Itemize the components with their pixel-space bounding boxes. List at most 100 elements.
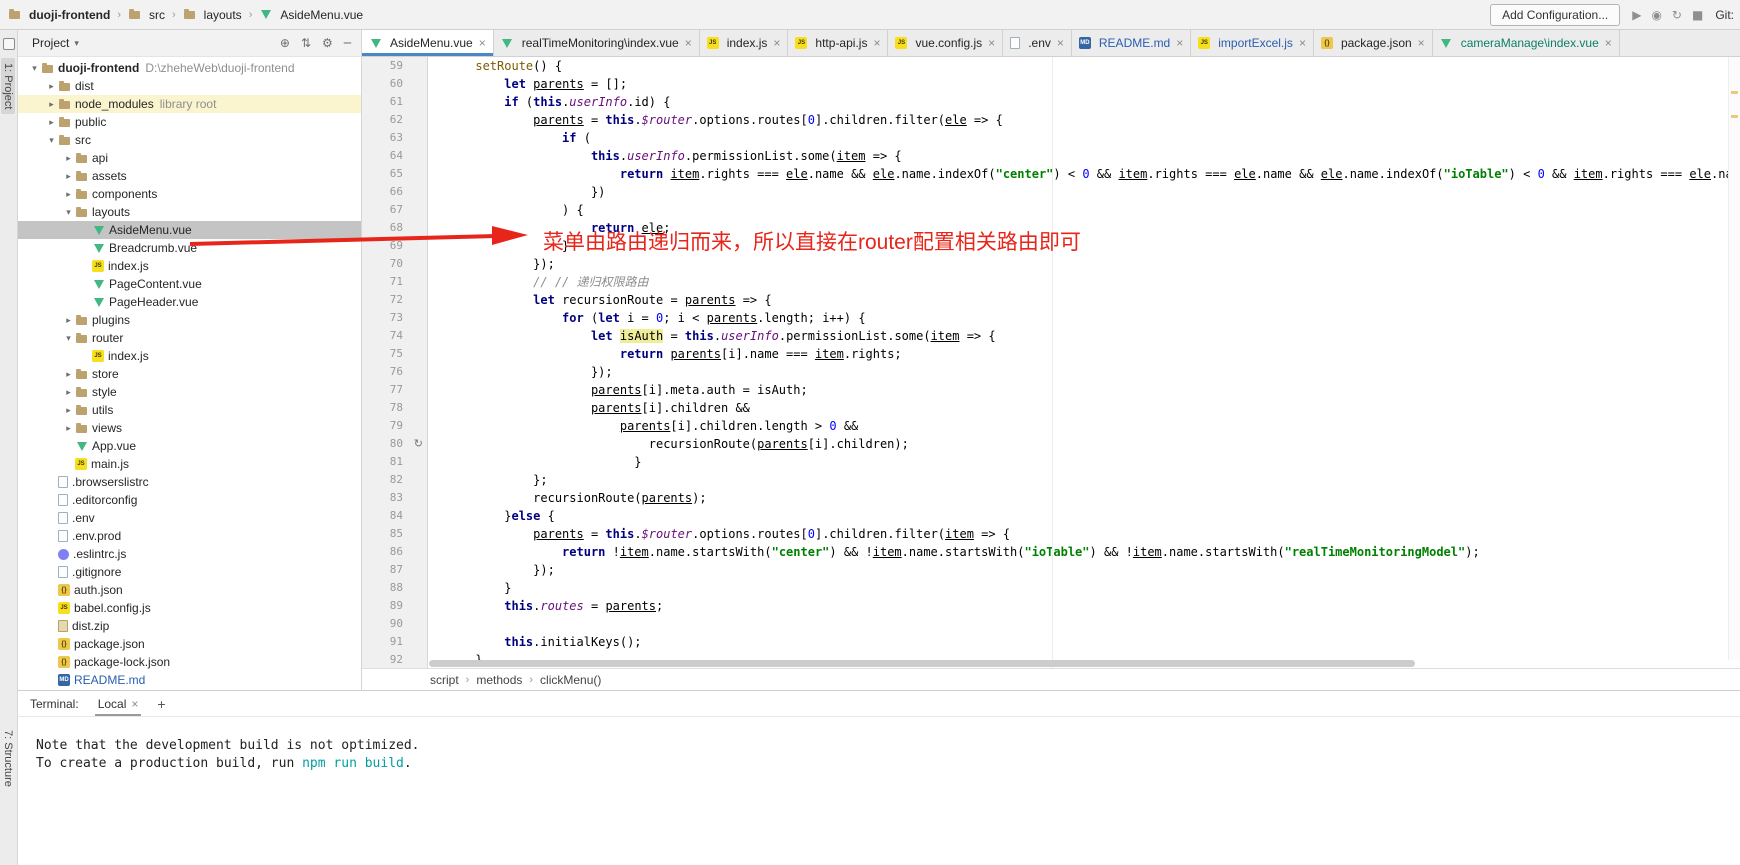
horizontal-scrollbar[interactable] [429, 660, 1726, 667]
breadcrumb-src[interactable]: src [128, 8, 165, 22]
line-number-70[interactable]: 70 [362, 255, 427, 273]
tree-item-router[interactable]: ▾router [18, 329, 361, 347]
code-line-72[interactable]: let recursionRoute = parents => { [432, 291, 1728, 309]
tree-item-.env[interactable]: .env [18, 509, 361, 527]
code-line-80[interactable]: recursionRoute(parents[i].children); [432, 435, 1728, 453]
expand-collapse-icon[interactable]: ⇅ [301, 36, 311, 50]
tree-item-README.md[interactable]: MDREADME.md [18, 671, 361, 689]
line-number-85[interactable]: 85 [362, 525, 427, 543]
line-number-91[interactable]: 91 [362, 633, 427, 651]
code-line-77[interactable]: parents[i].meta.auth = isAuth; [432, 381, 1728, 399]
code-line-89[interactable]: this.routes = parents; [432, 597, 1728, 615]
tree-item-views[interactable]: ▸views [18, 419, 361, 437]
line-number-87[interactable]: 87 [362, 561, 427, 579]
chevron-down-icon[interactable]: ▾ [62, 207, 75, 218]
git-branch-label[interactable]: Git: [1715, 8, 1734, 22]
tab-.env[interactable]: .env× [1003, 30, 1072, 56]
line-number-69[interactable]: 69 [362, 237, 427, 255]
code-line-81[interactable]: } [432, 453, 1728, 471]
tab-AsideMenu.vue[interactable]: AsideMenu.vue× [362, 30, 494, 56]
chevron-right-icon[interactable]: ▸ [62, 171, 75, 182]
tree-item-duoji-frontend[interactable]: ▾duoji-frontendD:\zheheWeb\duoji-fronten… [18, 59, 361, 77]
line-number-84[interactable]: 84 [362, 507, 427, 525]
tree-item-.gitignore[interactable]: .gitignore [18, 563, 361, 581]
code-line-75[interactable]: return parents[i].name === item.rights; [432, 345, 1728, 363]
tree-item-public[interactable]: ▸public [18, 113, 361, 131]
line-number-60[interactable]: 60 [362, 75, 427, 93]
tab-cameraManage\index.vue[interactable]: cameraManage\index.vue× [1433, 30, 1620, 56]
debug-icon[interactable]: ◉ [1651, 8, 1661, 22]
code-line-90[interactable] [432, 615, 1728, 633]
line-number-65[interactable]: 65 [362, 165, 427, 183]
tab-vue.config.js[interactable]: JSvue.config.js× [888, 30, 1003, 56]
line-number-73[interactable]: 73 [362, 309, 427, 327]
code-line-64[interactable]: this.userInfo.permissionList.some(item =… [432, 147, 1728, 165]
code-editor[interactable]: 5960616263646566676869707172737475767778… [362, 57, 1740, 668]
line-number-71[interactable]: 71 [362, 273, 427, 291]
hide-icon[interactable]: ─ [344, 36, 351, 50]
tree-item-style[interactable]: ▸style [18, 383, 361, 401]
code-line-67[interactable]: ) { [432, 201, 1728, 219]
line-number-88[interactable]: 88 [362, 579, 427, 597]
code-line-70[interactable]: }); [432, 255, 1728, 273]
breadcrumb-layouts[interactable]: layouts [183, 8, 242, 22]
code-line-87[interactable]: }); [432, 561, 1728, 579]
code-line-69[interactable]: } [432, 237, 1728, 255]
chevron-right-icon[interactable]: ▸ [62, 189, 75, 200]
tree-item-babel.config.js[interactable]: JSbabel.config.js [18, 599, 361, 617]
chevron-down-icon[interactable]: ▾ [62, 333, 75, 344]
line-number-76[interactable]: 76 [362, 363, 427, 381]
tree-item-utils[interactable]: ▸utils [18, 401, 361, 419]
line-number-82[interactable]: 82 [362, 471, 427, 489]
chevron-down-icon[interactable]: ▾ [45, 135, 58, 146]
line-number-81[interactable]: 81 [362, 453, 427, 471]
line-number-83[interactable]: 83 [362, 489, 427, 507]
tree-item-PageContent.vue[interactable]: PageContent.vue [18, 275, 361, 293]
tree-item-auth.json[interactable]: {}auth.json [18, 581, 361, 599]
line-number-66[interactable]: 66 [362, 183, 427, 201]
chevron-right-icon[interactable]: ▸ [62, 369, 75, 380]
close-icon[interactable]: × [988, 36, 995, 50]
tree-item-index.js[interactable]: JSindex.js [18, 347, 361, 365]
stop-icon[interactable]: ■ [1692, 8, 1703, 22]
line-number-64[interactable]: 64 [362, 147, 427, 165]
chevron-right-icon[interactable]: ▸ [62, 387, 75, 398]
line-number-62[interactable]: 62 [362, 111, 427, 129]
close-icon[interactable]: × [1299, 36, 1306, 50]
line-number-78[interactable]: 78 [362, 399, 427, 417]
breadcrumb-clickMenu()[interactable]: clickMenu() [540, 673, 601, 687]
code-line-74[interactable]: let isAuth = this.userInfo.permissionLis… [432, 327, 1728, 345]
recursion-icon[interactable]: ↻ [414, 435, 423, 453]
settings-icon[interactable]: ⚙ [322, 36, 333, 50]
chevron-right-icon[interactable]: ▸ [45, 81, 58, 92]
code-line-84[interactable]: }else { [432, 507, 1728, 525]
add-configuration-button[interactable]: Add Configuration... [1490, 4, 1620, 26]
line-number-67[interactable]: 67 [362, 201, 427, 219]
tree-item-layouts[interactable]: ▾layouts [18, 203, 361, 221]
update-project-icon[interactable]: ↻ [1672, 8, 1682, 22]
code-line-91[interactable]: this.initialKeys(); [432, 633, 1728, 651]
tab-realTimeMonitoring\index.vue[interactable]: realTimeMonitoring\index.vue× [494, 30, 700, 56]
close-icon[interactable]: × [1418, 36, 1425, 50]
code-line-71[interactable]: // // 递归权限路由 [432, 273, 1728, 291]
code-line-85[interactable]: parents = this.$router.options.routes[0]… [432, 525, 1728, 543]
tree-item-package.json[interactable]: {}package.json [18, 635, 361, 653]
tree-item-dist[interactable]: ▸dist [18, 77, 361, 95]
code-line-68[interactable]: return ele; [432, 219, 1728, 237]
close-icon[interactable]: × [1057, 36, 1064, 50]
tab-package.json[interactable]: {}package.json× [1314, 30, 1433, 56]
chevron-right-icon[interactable]: ▸ [62, 405, 75, 416]
breadcrumb-AsideMenu.vue[interactable]: AsideMenu.vue [259, 8, 363, 22]
tree-item-components[interactable]: ▸components [18, 185, 361, 203]
tree-item-PageHeader.vue[interactable]: PageHeader.vue [18, 293, 361, 311]
code-line-83[interactable]: recursionRoute(parents); [432, 489, 1728, 507]
scrollbar-thumb[interactable] [429, 660, 1415, 667]
code-line-86[interactable]: return !item.name.startsWith("center") &… [432, 543, 1728, 561]
breadcrumb-duoji-frontend[interactable]: duoji-frontend [8, 8, 110, 22]
code-area[interactable]: setRoute() { let parents = []; if (this.… [429, 57, 1728, 668]
code-line-63[interactable]: if ( [432, 129, 1728, 147]
line-number-72[interactable]: 72 [362, 291, 427, 309]
run-icon[interactable]: ▶ [1632, 8, 1641, 22]
new-terminal-button[interactable]: + [157, 696, 165, 712]
terminal-output[interactable]: Note that the development build is not o… [18, 717, 1740, 773]
